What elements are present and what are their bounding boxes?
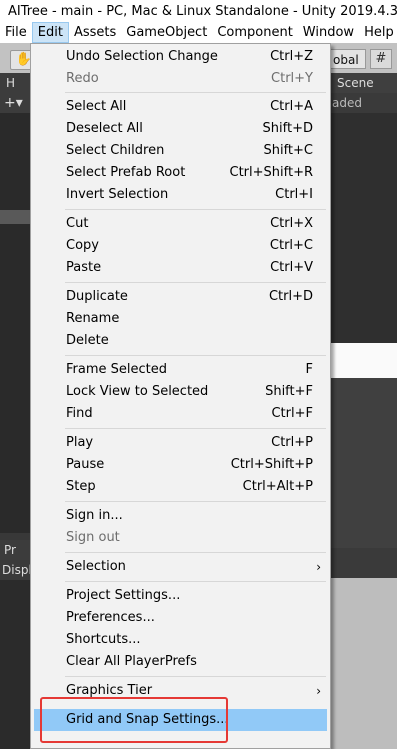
menu-assets[interactable]: Assets [69,22,121,43]
menu-separator [65,355,326,356]
pivot-global-toggle[interactable]: obal [330,49,366,69]
menu-separator [65,428,326,429]
menu-separator [65,581,326,582]
menu-item-selection[interactable]: Selection › [34,556,327,578]
menu-separator [65,92,326,93]
scene-view-lower [330,378,397,548]
hierarchy-panel [0,113,30,533]
menu-item-select-all[interactable]: Select All Ctrl+A [34,96,327,118]
menu-item-select-children[interactable]: Select Children Shift+C [34,140,327,162]
scene-view [330,113,397,343]
menu-item-delete[interactable]: Delete [34,330,327,352]
edit-menu-dropdown: Undo Selection Change Ctrl+Z Redo Ctrl+Y… [30,43,331,749]
menu-item-cut[interactable]: Cut Ctrl+X [34,213,327,235]
project-display-label: Displ [0,560,30,580]
menu-separator [65,501,326,502]
menu-item-redo[interactable]: Redo Ctrl+Y [34,68,327,90]
menu-item-preferences[interactable]: Preferences... [34,607,327,629]
menu-separator [65,552,326,553]
right-panel-header [330,548,397,578]
menu-gameobject[interactable]: GameObject [121,22,212,43]
menu-item-undo[interactable]: Undo Selection Change Ctrl+Z [34,46,327,68]
scene-tab[interactable]: Scene [330,73,397,93]
menu-help[interactable]: Help [359,22,397,43]
submenu-arrow-icon: › [316,560,321,574]
menu-component[interactable]: Component [212,22,297,43]
hierarchy-tab[interactable]: H [0,73,30,93]
menu-item-rename[interactable]: Rename [34,308,327,330]
menu-item-sign-in[interactable]: Sign in... [34,505,327,527]
menu-separator [65,282,326,283]
menu-edit[interactable]: Edit [31,22,69,43]
grid-snap-icon[interactable]: # [370,49,392,69]
menu-item-paste[interactable]: Paste Ctrl+V [34,257,327,279]
menu-separator [65,676,326,677]
menu-item-copy[interactable]: Copy Ctrl+C [34,235,327,257]
menubar: File Edit Assets GameObject Component Wi… [0,22,397,43]
menu-item-play[interactable]: Play Ctrl+P [34,432,327,454]
scene-status: aded [330,93,397,113]
menu-item-graphics-tier[interactable]: Graphics Tier › [34,680,327,702]
menu-item-project-settings[interactable]: Project Settings... [34,585,327,607]
menu-item-shortcuts[interactable]: Shortcuts... [34,629,327,651]
menu-file[interactable]: File [0,22,32,43]
menu-item-duplicate[interactable]: Duplicate Ctrl+D [34,286,327,308]
menu-item-frame-selected[interactable]: Frame Selected F [34,359,327,381]
menu-item-find[interactable]: Find Ctrl+F [34,403,327,425]
menu-item-invert-selection[interactable]: Invert Selection Ctrl+I [34,184,327,206]
menu-item-select-prefab-root[interactable]: Select Prefab Root Ctrl+Shift+R [34,162,327,184]
menu-separator [65,209,326,210]
hierarchy-row[interactable] [0,210,30,224]
menu-item-clear-playerprefs[interactable]: Clear All PlayerPrefs [34,651,327,673]
window-titlebar: AITree - main - PC, Mac & Linux Standalo… [0,0,397,22]
menu-item-deselect-all[interactable]: Deselect All Shift+D [34,118,327,140]
menu-item-grid-snap-settings[interactable]: Grid and Snap Settings... [34,709,327,731]
menu-item-pause[interactable]: Pause Ctrl+Shift+P [34,454,327,476]
window-title: AITree - main - PC, Mac & Linux Standalo… [8,3,397,19]
hierarchy-create-button[interactable]: +▾ [0,93,30,113]
menu-item-sign-out[interactable]: Sign out [34,527,327,549]
submenu-arrow-icon: › [316,684,321,698]
menu-window[interactable]: Window [298,22,359,43]
project-panel [0,580,30,749]
scene-view-light [330,343,397,378]
menu-item-lock-view[interactable]: Lock View to Selected Shift+F [34,381,327,403]
project-tab[interactable]: Pr [0,540,30,560]
menu-item-step[interactable]: Step Ctrl+Alt+P [34,476,327,498]
right-panel-body [330,578,397,749]
